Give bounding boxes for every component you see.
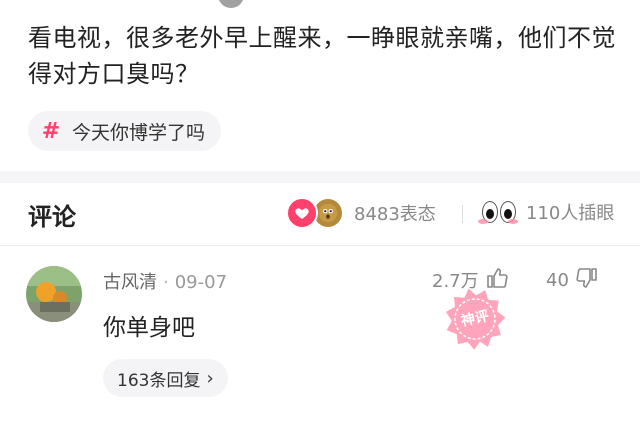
author-name: 古风清	[103, 272, 157, 293]
comment-date: 09-07	[174, 272, 228, 293]
comment-author[interactable]: 古风清 · 09-07	[103, 268, 227, 294]
post-title: 看电视，很多老外早上醒来，一睁眼就亲嘴，他们不觉得对方口臭吗？	[28, 24, 616, 88]
comment-text: 你单身吧	[103, 315, 195, 341]
topic-label: 今天你博学了吗	[72, 121, 206, 144]
chevron-right-icon: ›	[206, 367, 214, 389]
reply-count: 163条回复	[117, 370, 201, 391]
top-cut-off-header	[0, 0, 640, 10]
comment-item: 古风清 · 09-07 2.7万 40 你单身吧 163条回复 ›	[0, 246, 640, 425]
hash-icon: #	[41, 118, 61, 144]
comments-title: 评论	[28, 203, 76, 231]
topic-chip[interactable]: # 今天你博学了吗	[28, 111, 222, 151]
header-separator	[462, 205, 463, 223]
avatar[interactable]	[26, 266, 82, 322]
dislike-button[interactable]: 40	[546, 266, 599, 294]
god-comment-stamp: 神评	[436, 280, 514, 358]
heart-reaction-icon	[286, 197, 318, 229]
thumbs-down-icon	[575, 266, 599, 294]
eyes-count: 110人插眼	[526, 203, 615, 224]
cut-off-avatar	[218, 0, 244, 8]
eyes-summary[interactable]: 110人插眼	[478, 199, 615, 225]
view-replies-button[interactable]: 163条回复 ›	[103, 359, 228, 397]
reaction-summary[interactable]: 8483表态	[286, 197, 436, 229]
comments-header: 评论 8483表态 110人插眼	[0, 183, 640, 246]
reaction-count: 8483表态	[354, 204, 436, 225]
dislike-count: 40	[546, 269, 569, 291]
section-divider	[0, 171, 640, 183]
eyes-icon	[478, 201, 518, 224]
